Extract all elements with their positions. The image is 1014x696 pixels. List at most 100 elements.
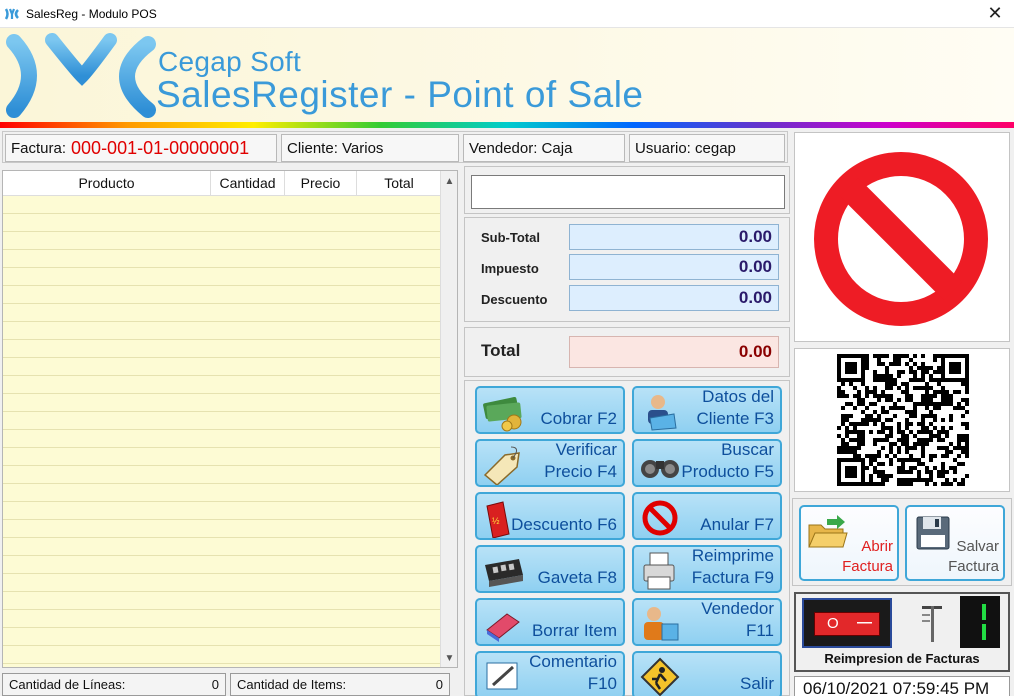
svg-text:½: ½ xyxy=(492,516,500,526)
descuento-label: Descuento F6 xyxy=(511,515,617,534)
abrir-factura-label: Abrir Factura xyxy=(842,538,893,575)
switch-on-label: O xyxy=(827,615,839,632)
qr-code-icon xyxy=(837,354,969,486)
cash-drawer-icon xyxy=(485,559,523,587)
tax-value: 0.00 xyxy=(569,254,779,280)
tax-label: Impuesto xyxy=(481,261,539,276)
scan-panel xyxy=(464,166,790,214)
invoice-file-buttons: Abrir Factura Salvar Factura xyxy=(792,498,1012,586)
scroll-down-icon[interactable]: ▼ xyxy=(441,650,457,667)
item-count-label: Cantidad de Items: xyxy=(237,677,347,692)
barcode-input[interactable] xyxy=(471,175,785,209)
line-count-status: Cantidad de Líneas: 0 xyxy=(2,673,226,696)
gaveta-label: Gaveta F8 xyxy=(537,568,617,587)
verificar-precio-label: Verificar Precio F4 xyxy=(544,440,617,481)
binoculars-icon xyxy=(641,460,679,478)
printer-spike-icon xyxy=(922,606,942,642)
reimprime-factura-button[interactable]: Reimprime Factura F9 xyxy=(632,545,782,593)
item-count-status: Cantidad de Items: 0 xyxy=(230,673,450,696)
buscar-producto-label: Buscar Producto F5 xyxy=(681,440,774,481)
grid-header: Producto Cantidad Precio Total xyxy=(3,171,441,196)
close-icon[interactable]: ✕ xyxy=(982,2,1008,24)
cobrar-button[interactable]: Cobrar F2 xyxy=(475,386,625,434)
exit-sign-icon xyxy=(640,657,680,696)
total-panel: Total 0.00 xyxy=(464,327,790,377)
product-name: SalesRegister - Point of Sale xyxy=(156,74,644,115)
comentario-label: Comentario F10 xyxy=(529,652,617,693)
item-count-value: 0 xyxy=(435,677,443,692)
salir-label: Salir xyxy=(739,674,774,693)
descuento-button[interactable]: ½ Descuento F6 xyxy=(475,492,625,540)
total-value: 0.00 xyxy=(569,336,779,368)
reprint-panel: O — Reimpresion de Facturas xyxy=(794,592,1010,672)
borrar-item-label: Borrar Item xyxy=(531,621,617,640)
cash-icon xyxy=(483,397,522,432)
vendedor-button[interactable]: Vendedor F11 xyxy=(632,598,782,646)
queue-counter-icon xyxy=(960,596,1000,648)
total-label: Total xyxy=(481,341,521,360)
window-title: SalesReg - Modulo POS xyxy=(26,6,157,21)
pos-window: SalesReg - Modulo POS ✕ Cegap Soft Sales… xyxy=(0,0,1014,696)
subtotal-label: Sub-Total xyxy=(481,230,540,245)
discount-value: 0.00 xyxy=(569,285,779,311)
app-icon xyxy=(4,7,19,20)
status-image-box xyxy=(794,132,1010,342)
abrir-factura-button[interactable]: Abrir Factura xyxy=(799,505,899,581)
subtotal-value: 0.00 xyxy=(569,224,779,250)
price-tag-icon xyxy=(483,446,520,485)
invoice-info-bar: Factura: 000-001-01-00000001 Cliente: Va… xyxy=(2,131,788,163)
salvar-factura-label: Salvar Factura xyxy=(948,538,999,575)
date-time-display: 06/10/2021 07:59:45 PM xyxy=(794,676,1010,696)
reprint-caption: Reimpresion de Facturas xyxy=(824,651,980,666)
printer-icon xyxy=(643,552,675,590)
header-banner: Cegap Soft SalesRegister - Point of Sale xyxy=(0,28,1014,122)
qr-code-box xyxy=(794,348,1010,492)
grid-scrollbar[interactable]: ▲ ▼ xyxy=(440,171,457,667)
datos-cliente-label: Datos del Cliente F3 xyxy=(696,387,774,428)
line-count-label: Cantidad de Líneas: xyxy=(9,677,126,692)
invoice-value: 000-001-01-00000001 xyxy=(71,137,250,158)
buscar-producto-button[interactable]: Buscar Producto F5 xyxy=(632,439,782,487)
subtotals-panel: Sub-Total 0.00 Impuesto 0.00 Descuento 0… xyxy=(464,217,790,322)
column-header-producto[interactable]: Producto xyxy=(3,171,211,195)
scroll-up-icon[interactable]: ▲ xyxy=(441,173,457,190)
prohibited-icon xyxy=(814,152,988,326)
grid-rows-area xyxy=(3,196,441,667)
rainbow-divider xyxy=(0,122,1014,128)
invoice-label: Factura: xyxy=(11,139,67,157)
anular-label: Anular F7 xyxy=(700,515,774,534)
column-header-cantidad[interactable]: Cantidad xyxy=(211,171,285,195)
comment-icon xyxy=(486,662,518,690)
verificar-precio-button[interactable]: Verificar Precio F4 xyxy=(475,439,625,487)
comentario-button[interactable]: Comentario F10 xyxy=(475,651,625,696)
invoice-number: Factura: 000-001-01-00000001 xyxy=(5,134,277,162)
product-grid[interactable]: Producto Cantidad Precio Total ▲ ▼ xyxy=(2,170,458,668)
action-buttons-panel: Cobrar F2 Datos del Cliente F3 Verificar… xyxy=(464,380,790,696)
gaveta-button[interactable]: Gaveta F8 xyxy=(475,545,625,593)
seller-info: Vendedor: Caja xyxy=(463,134,625,162)
power-switch[interactable]: O — xyxy=(802,598,892,648)
salir-button[interactable]: Salir xyxy=(632,651,782,696)
discount-label: Descuento xyxy=(481,292,548,307)
cancel-icon xyxy=(642,500,678,536)
vendedor-label: Vendedor F11 xyxy=(701,599,774,640)
line-count-value: 0 xyxy=(211,677,219,692)
cegap-logo xyxy=(6,33,156,119)
client-info: Cliente: Varios xyxy=(281,134,459,162)
eraser-icon xyxy=(486,613,520,642)
column-header-total[interactable]: Total xyxy=(357,171,441,195)
seller-icon xyxy=(644,607,679,641)
user-info: Usuario: cegap xyxy=(629,134,785,162)
switch-off-label: — xyxy=(857,614,872,631)
borrar-item-button[interactable]: Borrar Item xyxy=(475,598,625,646)
cobrar-label: Cobrar F2 xyxy=(540,409,617,428)
anular-button[interactable]: Anular F7 xyxy=(632,492,782,540)
datos-cliente-button[interactable]: Datos del Cliente F3 xyxy=(632,386,782,434)
column-header-precio[interactable]: Precio xyxy=(285,171,357,195)
totals-and-actions: Sub-Total 0.00 Impuesto 0.00 Descuento 0… xyxy=(464,166,790,696)
title-bar: SalesReg - Modulo POS ✕ xyxy=(0,0,1014,28)
salvar-factura-button[interactable]: Salvar Factura xyxy=(905,505,1005,581)
client-data-icon xyxy=(648,395,677,431)
right-panel: Abrir Factura Salvar Factura O — Reimpre… xyxy=(792,130,1014,696)
reimprime-factura-label: Reimprime Factura F9 xyxy=(691,546,774,587)
